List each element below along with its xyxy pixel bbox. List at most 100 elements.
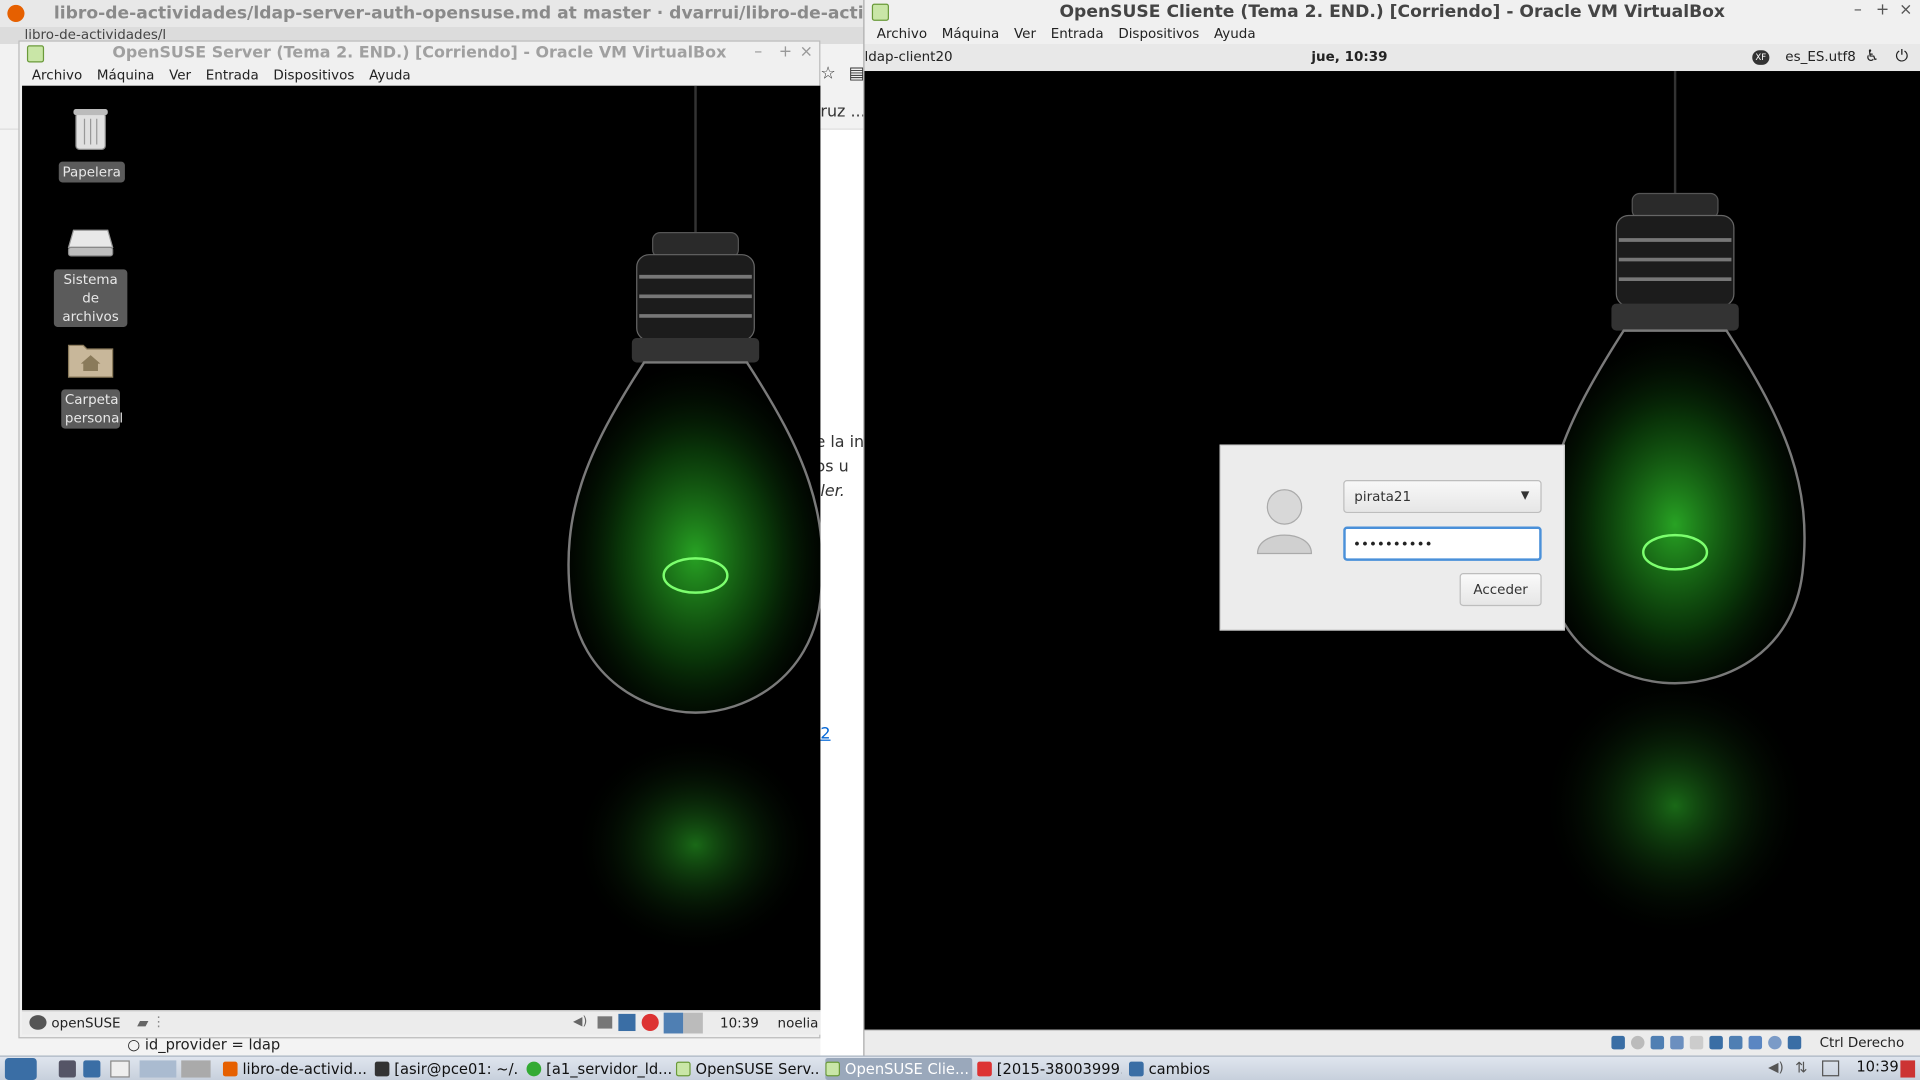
video-capture-icon[interactable] (1728, 1035, 1743, 1050)
menu-dispositivos[interactable]: Dispositivos (1116, 24, 1207, 44)
show-desktop-icon[interactable] (58, 1060, 76, 1078)
accessibility-icon[interactable]: ♿ (1865, 44, 1879, 71)
trash-icon (73, 108, 108, 151)
taskbar-label: libro-de-activid... (242, 1060, 367, 1078)
menu-archivo[interactable]: Archivo (29, 66, 89, 86)
panel-clock: 10:39 (720, 1015, 759, 1032)
home-folder-icon (67, 344, 114, 378)
client-menubar: Archivo Máquina Ver Entrada Dispositivos… (864, 24, 1920, 44)
star-icon[interactable]: ☆ (820, 64, 835, 84)
lightbulb-wallpaper (567, 85, 821, 956)
panel-user[interactable]: noelia (778, 1015, 819, 1031)
vbox-status-bar: Ctrl Derecho (864, 1029, 1920, 1056)
update-icon[interactable] (641, 1013, 659, 1032)
browser-toolbar-icons: ☆ ▤ (820, 64, 869, 91)
indicator-icon[interactable] (1900, 1060, 1916, 1078)
menu-ayuda[interactable]: Ayuda (367, 66, 418, 86)
power-icon[interactable]: ⏻ (1896, 44, 1909, 71)
maximize-icon[interactable]: + (1876, 1, 1889, 19)
menu-maquina[interactable]: Máquina (94, 66, 161, 86)
virtualbox-icon (675, 1061, 691, 1077)
maximize-icon[interactable]: + (779, 43, 792, 61)
volume-icon[interactable]: ◀) (1768, 1059, 1784, 1075)
close-icon[interactable]: × (800, 43, 813, 61)
taskbar-clock: 10:39 (1856, 1057, 1899, 1076)
client-desktop: pirata21 ▼ Acceder (864, 71, 1920, 1030)
client-window-title: OpenSUSE Cliente (Tema 2. END.) [Corrien… (1059, 2, 1726, 23)
user-avatar-icon (1256, 489, 1313, 555)
menu-maquina[interactable]: Máquina (939, 24, 1006, 44)
workspace-switcher[interactable] (139, 1060, 177, 1078)
desktop-icon-filesystem[interactable]: Sistema de archivos (47, 223, 135, 327)
password-field[interactable] (1343, 526, 1542, 561)
network-icon[interactable] (1822, 1060, 1840, 1077)
panel-separator: ⋮ (151, 1013, 166, 1030)
browser-link-fragment[interactable]: 2 (820, 725, 830, 743)
desktop-icon-trash[interactable]: Papelera (58, 105, 125, 183)
terminal-launcher-icon[interactable] (110, 1060, 130, 1078)
workspace-1[interactable] (663, 1012, 684, 1034)
vt-x-icon[interactable] (1748, 1035, 1763, 1050)
menu-ver[interactable]: Ver (1012, 24, 1044, 44)
hdd-icon[interactable] (1611, 1035, 1625, 1050)
mouse-integration-icon[interactable] (1768, 1035, 1782, 1050)
taskbar-item-client-vm[interactable]: OpenSUSE Clie... (825, 1057, 973, 1080)
client-vm-window: OpenSUSE Cliente (Tema 2. END.) [Corrien… (863, 0, 1920, 1056)
opensuse-logo-icon (29, 1015, 47, 1030)
volume-icon[interactable]: ◀) (573, 1015, 587, 1028)
shared-folder-icon[interactable] (1689, 1035, 1704, 1050)
server-menubar: Archivo Máquina Ver Entrada Dispositivos… (20, 66, 820, 86)
workspace-2[interactable] (683, 1012, 703, 1034)
monitor-icon[interactable] (618, 1013, 636, 1032)
hostname-label: ldap-client20 (864, 48, 953, 65)
optical-drive-icon[interactable] (1631, 1035, 1645, 1050)
taskbar-item-server-vm[interactable]: OpenSUSE Serv... (675, 1058, 820, 1080)
menu-entrada[interactable]: Entrada (1048, 24, 1111, 44)
taskbar-item-pdf[interactable]: [2015-38003999... (977, 1058, 1122, 1080)
usb-icon[interactable] (1670, 1035, 1684, 1050)
workspace-switcher-2[interactable] (181, 1060, 211, 1078)
server-vm-window: OpenSUSE Server (Tema 2. END.) [Corriend… (18, 40, 821, 1039)
taskbar-item-doc[interactable]: [a1_servidor_ld... (526, 1058, 671, 1080)
network-icon[interactable] (1650, 1035, 1665, 1050)
browser-content: ruz ... e la in n los u ler. 2 (796, 103, 870, 1056)
desktop-icon-label: Papelera (58, 161, 125, 183)
taskbar-item-browser[interactable]: libro-de-activid... (222, 1058, 367, 1080)
chevron-down-icon: ▼ (1520, 489, 1530, 503)
display-icon[interactable] (1709, 1035, 1723, 1050)
network-icon[interactable] (597, 1016, 613, 1029)
minimize-icon[interactable]: – (1854, 1, 1862, 19)
browser-text-fragment: e la in (815, 433, 865, 452)
close-icon[interactable]: × (1899, 1, 1912, 19)
locale-selector[interactable]: es_ES.utf8 (1785, 44, 1856, 71)
vbox-status-icons (1611, 1035, 1802, 1050)
desktop-icon-home[interactable]: Carpeta personal (56, 338, 125, 429)
taskbar-label: [asir@pce01: ~/... (394, 1060, 520, 1078)
menu-dispositivos[interactable]: Dispositivos (271, 66, 362, 86)
menu-archivo[interactable]: Archivo (874, 24, 934, 44)
server-window-title: OpenSUSE Server (Tema 2. END.) [Corriend… (112, 44, 727, 63)
code-text: id_provider = ldap (144, 1035, 281, 1054)
taskbar-item-terminal[interactable]: [asir@pce01: ~/... (374, 1058, 520, 1080)
minimize-icon[interactable]: – (754, 43, 762, 61)
virtualbox-icon (871, 3, 889, 21)
taskbar-item-folder[interactable]: cambios (1128, 1058, 1227, 1080)
user-select[interactable]: pirata21 ▼ (1343, 480, 1542, 514)
lightbulb-wallpaper (1540, 71, 1810, 941)
host-key-icon[interactable] (1787, 1035, 1802, 1050)
host-key-label: Ctrl Derecho (1819, 1034, 1905, 1051)
menu-ayuda[interactable]: Ayuda (1212, 24, 1263, 44)
virtualbox-icon (26, 45, 45, 63)
menu-ver[interactable]: Ver (167, 66, 199, 86)
folder-icon[interactable]: ▰ (137, 1014, 148, 1031)
login-button[interactable]: Acceder (1459, 573, 1542, 607)
start-menu-icon[interactable] (4, 1057, 37, 1080)
gdm-clock[interactable]: jue, 10:39 (1311, 44, 1387, 71)
firefox-icon (222, 1061, 238, 1077)
start-menu-button[interactable]: openSUSE (51, 1015, 120, 1031)
arrows-icon[interactable]: ⇅ (1795, 1059, 1807, 1076)
keyboard-layout-badge[interactable]: XF (1752, 50, 1770, 65)
file-manager-icon[interactable] (83, 1060, 101, 1078)
menu-entrada[interactable]: Entrada (203, 66, 266, 86)
firefox-icon (7, 4, 25, 23)
